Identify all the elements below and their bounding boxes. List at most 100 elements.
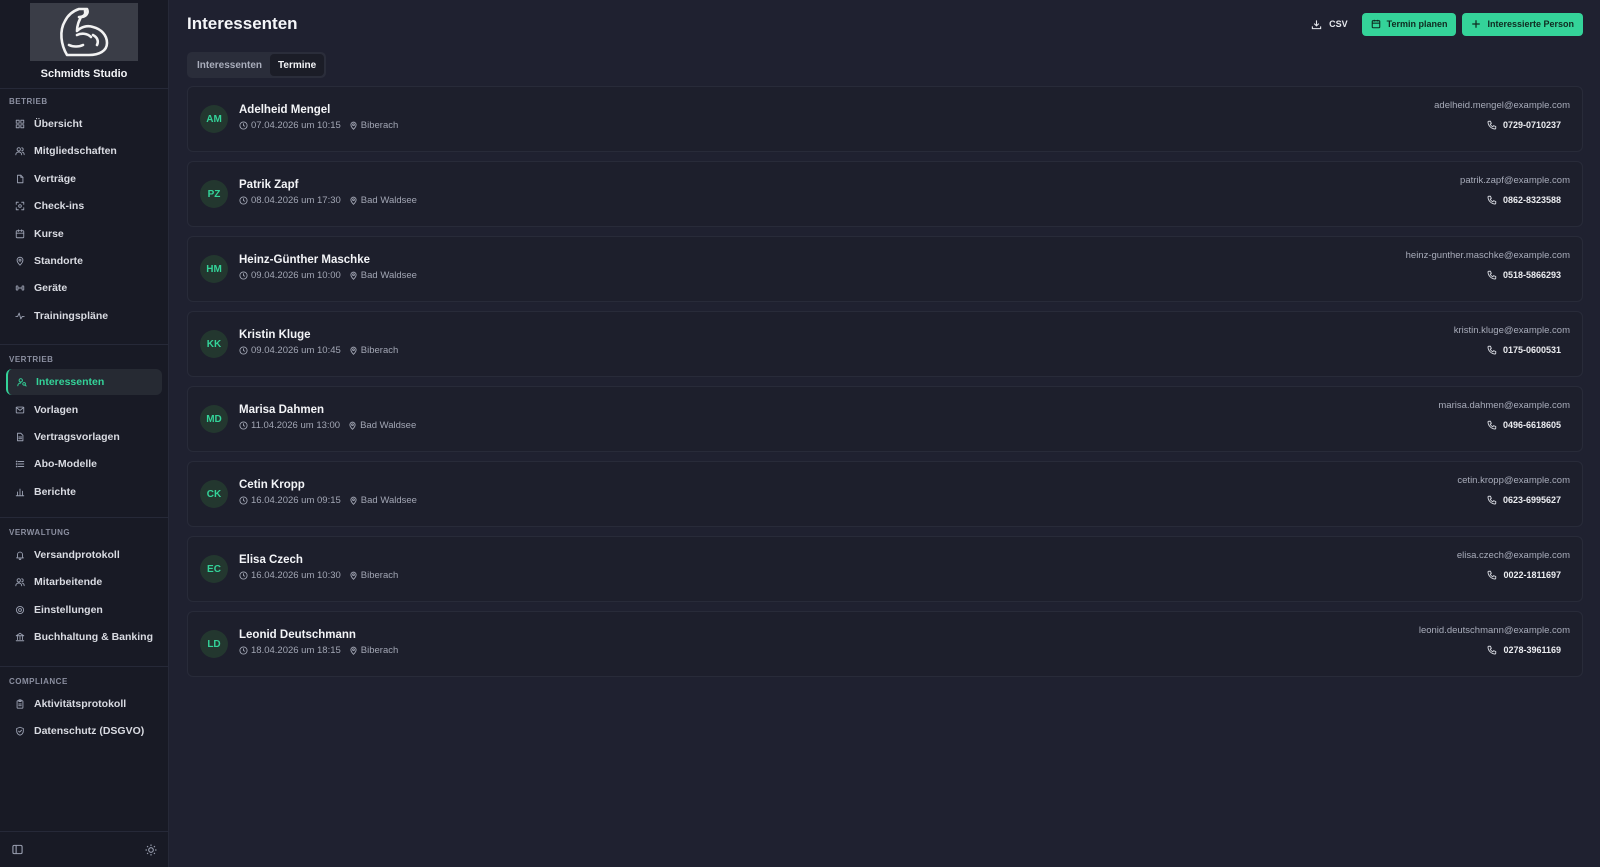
sidebar-item-buchhaltung-banking[interactable]: Buchhaltung & Banking (6, 624, 162, 650)
clock-icon (239, 196, 248, 205)
sidebar-item-abo-modelle[interactable]: Abo-Modelle (6, 451, 162, 477)
studio-logo[interactable] (30, 3, 138, 61)
appointment-card[interactable]: KK Kristin Kluge 09.04.2026 um 10:45 Bibera… (187, 311, 1583, 377)
email-link[interactable]: elisa.czech@example.com (1457, 550, 1570, 561)
phone-button[interactable]: 0496-6618605 (1478, 417, 1570, 434)
appointment-location: Biberach (349, 645, 398, 656)
phone-button[interactable]: 0862-8323588 (1478, 192, 1570, 209)
sidebar-item-standorte[interactable]: Standorte (6, 248, 162, 274)
sidebar-item-einstellungen[interactable]: Einstellungen (6, 597, 162, 623)
person-name[interactable]: Marisa Dahmen (239, 404, 1438, 416)
map-pin-icon (349, 571, 358, 580)
sidebar-item-trainingspläne[interactable]: Trainingspläne (6, 303, 162, 329)
email-link[interactable]: patrik.zapf@example.com (1460, 175, 1570, 186)
contact-info: marisa.dahmen@example.com 0496-6618605 (1438, 400, 1570, 434)
appointment-card[interactable]: LD Leonid Deutschmann 18.04.2026 um 18:15 B… (187, 611, 1583, 677)
person-name[interactable]: Kristin Kluge (239, 329, 1454, 341)
phone-button[interactable]: 0518-5866293 (1478, 267, 1570, 284)
tab-termine[interactable]: Termine (270, 54, 325, 76)
sidebar-footer (0, 831, 169, 867)
email-link[interactable]: marisa.dahmen@example.com (1438, 400, 1570, 411)
add-person-label: Interessierte Person (1487, 19, 1574, 29)
map-pin-icon (349, 646, 358, 655)
sidebar-item-label: Berichte (34, 485, 77, 498)
sidebar-toggle-icon[interactable] (12, 844, 23, 855)
phone-button[interactable]: 0022-1811697 (1478, 567, 1570, 584)
phone-button[interactable]: 0278-3961169 (1478, 642, 1570, 659)
shield-icon (15, 726, 25, 736)
sidebar-item-aktivitätsprotokoll[interactable]: Aktivitätsprotokoll (6, 691, 162, 717)
person-name[interactable]: Elisa Czech (239, 554, 1457, 566)
sidebar-item-label: Buchhaltung & Banking (34, 631, 153, 644)
phone-button[interactable]: 0623-6995627 (1478, 492, 1570, 509)
phone-button[interactable]: 0175-0600531 (1478, 342, 1570, 359)
email-link[interactable]: adelheid.mengel@example.com (1434, 100, 1570, 111)
sidebar-item-vertragsvorlagen[interactable]: Vertragsvorlagen (6, 424, 162, 450)
sidebar-item-label: Vertragsvorlagen (34, 430, 120, 443)
sidebar-item-übersicht[interactable]: Übersicht (6, 111, 162, 137)
avatar: LD (200, 630, 228, 658)
add-person-button[interactable]: Interessierte Person (1462, 12, 1583, 36)
appointment-card[interactable]: MD Marisa Dahmen 11.04.2026 um 13:00 Bad Wa… (187, 386, 1583, 452)
map-pin-icon (349, 271, 358, 280)
gear-icon (15, 605, 25, 615)
location-label: Bad Waldsee (360, 195, 417, 206)
sidebar-item-mitarbeitende[interactable]: Mitarbeitende (6, 569, 162, 595)
person-name[interactable]: Patrik Zapf (239, 179, 1460, 191)
appointment-card[interactable]: PZ Patrik Zapf 08.04.2026 um 17:30 Bad Wald… (187, 161, 1583, 227)
sidebar-item-label: Vorlagen (34, 403, 79, 416)
sidebar-item-verträge[interactable]: Verträge (6, 166, 162, 192)
avatar: HM (200, 255, 228, 283)
avatar: AM (200, 105, 228, 133)
nav-section-betrieb: BETRIEB Übersicht Mitgliedschaften Verträge… (0, 89, 168, 344)
map-pin-icon (349, 121, 358, 130)
email-link[interactable]: cetin.kropp@example.com (1457, 475, 1570, 486)
sidebar-item-berichte[interactable]: Berichte (6, 479, 162, 505)
sidebar-item-geräte[interactable]: Geräte (6, 275, 162, 301)
sidebar-item-vorlagen[interactable]: Vorlagen (6, 397, 162, 423)
appointment-time: 11.04.2026 um 13:00 (239, 420, 340, 431)
appointment-time: 18.04.2026 um 18:15 (239, 645, 341, 656)
sidebar-item-datenschutz-dsgvo[interactable]: Datenschutz (DSGVO) (6, 718, 162, 744)
appointment-location: Bad Waldsee (348, 420, 416, 431)
sidebar-item-mitgliedschaften[interactable]: Mitgliedschaften (6, 138, 162, 164)
phone-button[interactable]: 0729-0710237 (1478, 117, 1570, 134)
email-link[interactable]: heinz-gunther.maschke@example.com (1406, 250, 1570, 261)
sidebar-item-versandprotokoll[interactable]: Versandprotokoll (6, 542, 162, 568)
phone-icon (1487, 270, 1497, 280)
sidebar-item-label: Datenschutz (DSGVO) (34, 725, 145, 738)
nav-section-vertrieb: VERTRIEB Interessenten Vorlagen Vertragsvor… (0, 345, 168, 517)
appointment-card[interactable]: HM Heinz-Günther Maschke 09.04.2026 um 10:… (187, 236, 1583, 302)
person-name[interactable]: Leonid Deutschmann (239, 629, 1419, 641)
appointment-meta: 07.04.2026 um 10:15 Biberach (239, 120, 1434, 131)
schedule-appointment-button[interactable]: Termin planen (1361, 12, 1457, 36)
email-link[interactable]: kristin.kluge@example.com (1454, 325, 1570, 336)
sidebar-item-interessenten[interactable]: Interessenten (6, 369, 162, 396)
location-label: Bad Waldsee (360, 420, 417, 431)
appointment-time: 09.04.2026 um 10:00 (239, 270, 341, 281)
clock-icon (239, 346, 248, 355)
person-name[interactable]: Cetin Kropp (239, 479, 1457, 491)
appointment-location: Bad Waldsee (349, 270, 417, 281)
nav-section-verwaltung: VERWALTUNG Versandprotokoll Mitarbeitende E… (0, 518, 168, 666)
appointment-card[interactable]: CK Cetin Kropp 16.04.2026 um 09:15 Bad Wald… (187, 461, 1583, 527)
map-pin-icon (349, 346, 358, 355)
appointment-time: 07.04.2026 um 10:15 (239, 120, 341, 131)
person-name[interactable]: Adelheid Mengel (239, 104, 1434, 116)
person-name[interactable]: Heinz-Günther Maschke (239, 254, 1406, 266)
sidebar-item-label: Versandprotokoll (34, 549, 120, 562)
csv-export-button[interactable]: CSV (1303, 13, 1356, 35)
sidebar-item-kurse[interactable]: Kurse (6, 221, 162, 247)
avatar: PZ (200, 180, 228, 208)
sidebar-item-label: Standorte (34, 254, 84, 267)
sidebar-item-check-ins[interactable]: Check-ins (6, 193, 162, 219)
sidebar-item-label: Interessenten (36, 376, 105, 389)
contact-info: cetin.kropp@example.com 0623-6995627 (1457, 475, 1570, 509)
theme-toggle-icon[interactable] (145, 844, 157, 856)
appointment-card[interactable]: AM Adelheid Mengel 07.04.2026 um 10:15 Bibe… (187, 86, 1583, 152)
email-link[interactable]: leonid.deutschmann@example.com (1419, 625, 1570, 636)
appointment-location: Bad Waldsee (349, 195, 417, 206)
tab-interessenten[interactable]: Interessenten (189, 54, 270, 76)
appointment-card[interactable]: EC Elisa Czech 16.04.2026 um 10:30 Biberach… (187, 536, 1583, 602)
dumbbell-icon (15, 283, 25, 293)
